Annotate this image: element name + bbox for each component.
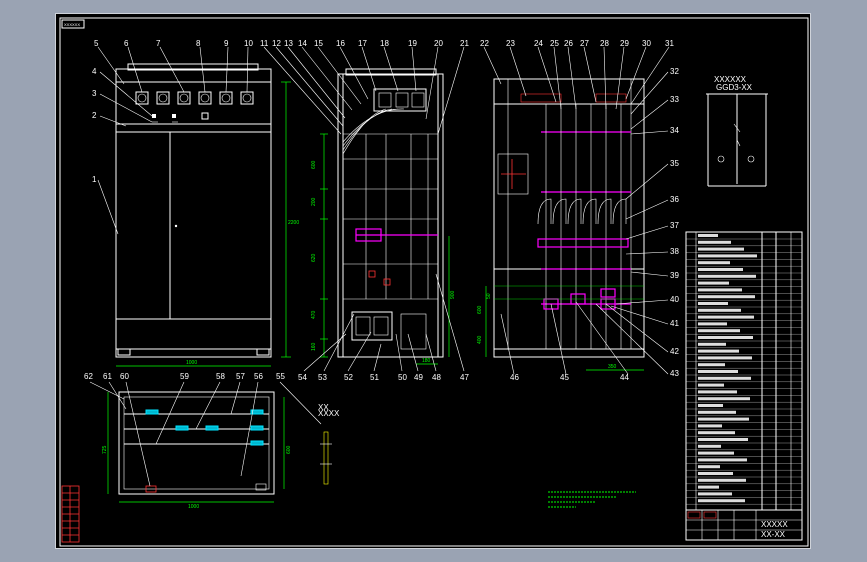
item-balloon-16: 16 [336,39,345,48]
cad-drawing: XXXXXX 2200 1000 600 200 620 470 160 900… [59,17,809,547]
item-balloons: 5 6 7 8 9 10 11 12 13 14 15 16 17 18 19 20 21 22 23 24 25 26 2… [84,39,679,382]
item-balloon-10: 10 [244,39,253,48]
item-balloon-58: 58 [216,372,225,381]
item-balloon-25: 25 [550,39,559,48]
dim-side-d: 470 [311,310,317,319]
item-balloon-39: 39 [670,271,679,280]
item-balloon-44: 44 [620,373,629,382]
item-balloon-33: 33 [670,95,679,104]
item-balloon-51: 51 [370,373,379,382]
item-balloon-23: 23 [506,39,515,48]
item-balloon-59: 59 [180,372,189,381]
item-balloon-18: 18 [380,39,389,48]
dim-side-b: 200 [311,197,317,206]
item-balloon-60: 60 [120,372,129,381]
item-balloon-2: 2 [92,111,97,120]
item-balloon-36: 36 [670,195,679,204]
dim-plan-depth-b: 600 [286,445,292,454]
item-balloon-9: 9 [224,39,229,48]
drawing-sheet: XXXXXX 2200 1000 600 200 620 470 160 900… [55,13,811,549]
item-balloon-8: 8 [196,39,201,48]
dim-plan-width: 1000 [188,504,199,510]
dim-side-c: 620 [311,253,317,262]
item-balloon-54: 54 [298,373,307,382]
item-balloon-46: 46 [510,373,519,382]
dim-side-f: 900 [450,290,456,299]
item-balloon-31: 31 [665,39,674,48]
item-balloon-61: 61 [103,372,112,381]
item-balloon-14: 14 [298,39,307,48]
item-balloon-20: 20 [434,39,443,48]
item-balloon-55: 55 [276,372,285,381]
item-balloon-57: 57 [236,372,245,381]
item-balloon-12: 12 [272,39,281,48]
dim-rear-c: 400 [477,335,483,344]
item-balloon-41: 41 [670,319,679,328]
item-balloon-50: 50 [398,373,407,382]
item-balloon-62: 62 [84,372,93,381]
item-balloon-48: 48 [432,373,441,382]
dim-rear-d: 350 [608,364,617,370]
side-view: 600 200 620 470 160 900 180 [263,46,465,372]
title-block-name: XXXXX [761,520,788,529]
item-balloon-32: 32 [670,67,679,76]
item-balloon-53: 53 [318,373,327,382]
item-balloon-56: 56 [254,372,263,381]
dim-side-g: 180 [422,358,431,364]
dim-side-e: 160 [311,342,317,351]
revision-strip [61,485,80,543]
item-balloon-38: 38 [670,247,679,256]
item-balloon-52: 52 [344,373,353,382]
item-balloon-45: 45 [560,373,569,382]
notes [548,491,636,508]
item-balloon-3: 3 [92,89,97,98]
item-balloon-13: 13 [284,39,293,48]
title-block-number: XX-XX [761,530,786,539]
item-balloon-26: 26 [564,39,573,48]
title-block: XXXXX XX-XX [685,509,803,541]
item-balloon-15: 15 [314,39,323,48]
item-balloon-22: 22 [480,39,489,48]
dim-side-a: 600 [311,160,317,169]
item-balloon-30: 30 [642,39,651,48]
item-balloon-42: 42 [670,347,679,356]
item-balloon-1: 1 [92,175,97,184]
item-balloon-11: 11 [260,39,269,48]
item-balloon-4: 4 [92,67,97,76]
item-balloon-34: 34 [670,126,679,135]
dim-rear-a: 600 [477,305,483,314]
rear-view: 600 50 400 350 [477,46,670,375]
item-balloon-37: 37 [670,221,679,230]
item-balloon-49: 49 [414,373,423,382]
item-balloon-40: 40 [670,295,679,304]
item-balloon-29: 29 [620,39,629,48]
front-view: 2200 1000 [97,46,299,367]
item-balloon-24: 24 [534,39,543,48]
parts-list-rows [686,234,802,505]
dim-plan-depth-a: 725 [102,445,108,454]
item-balloon-43: 43 [670,369,679,378]
stamp-text: XXXXXX [64,22,80,27]
dim-rear-b: 50 [486,293,492,299]
item-balloon-7: 7 [156,39,161,48]
item-balloon-19: 19 [408,39,417,48]
svg-text:XXXX: XXXX [318,409,340,418]
item-balloon-47: 47 [460,373,469,382]
dim-front-height: 2200 [288,220,299,226]
item-balloon-5: 5 [94,39,99,48]
item-balloon-21: 21 [460,39,469,48]
item-balloon-17: 17 [358,39,367,48]
item-balloon-27: 27 [580,39,589,48]
dim-front-width: 1000 [186,360,197,366]
schematic-subtitle: GGD3-XX [716,83,753,92]
item-balloon-28: 28 [600,39,609,48]
detail-55: XX XXXX [318,403,340,485]
item-balloon-35: 35 [670,159,679,168]
plan-view: 1000 725 600 [89,381,322,510]
single-line-schematic: XXXXXX GGD3-XX [706,75,768,187]
item-balloon-6: 6 [124,39,129,48]
